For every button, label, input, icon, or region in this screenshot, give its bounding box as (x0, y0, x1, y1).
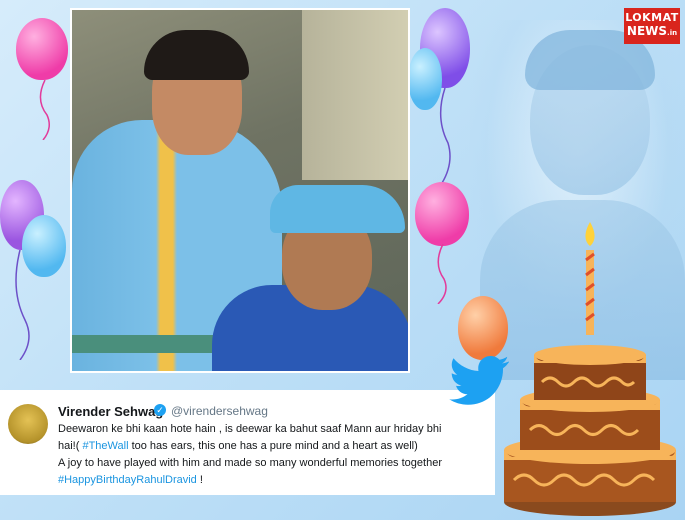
balloon-string (437, 244, 447, 304)
tweet-line-1: Deewaron ke bhi kaan hote hain , is deew… (58, 423, 442, 435)
verified-badge-icon: ✓ (154, 404, 166, 416)
balloon-icon (415, 182, 469, 246)
candle-icon (585, 222, 595, 335)
photo-background-pillar (302, 10, 408, 180)
tweet-author-handle[interactable]: @virendersehwag (171, 404, 268, 418)
tweet-card[interactable]: Virender Sehwag ✓ @virendersehwag Deewar… (0, 390, 495, 495)
lokmat-news-logo: LOKMAT NEWS.in (624, 8, 680, 44)
logo-line2: NEWS.in (626, 24, 678, 38)
tweet-text: Deewaron ke bhi kaan hote hain , is deew… (58, 421, 488, 489)
tweet-line-3: A joy to have played with him and made s… (58, 457, 442, 469)
avatar[interactable] (8, 404, 48, 444)
tweet-author-name[interactable]: Virender Sehwag (58, 404, 163, 419)
balloon-string (15, 250, 30, 360)
tweet-line-2: hai!( #TheWall too has ears, this one ha… (58, 440, 418, 452)
tweet-line-4: #HappyBirthdayRahulDravid ! (58, 474, 203, 486)
photo-person-standing-hair (144, 30, 249, 80)
hashtag-link[interactable]: #TheWall (82, 440, 128, 452)
hashtag-link[interactable]: #HappyBirthdayRahulDravid (58, 474, 197, 486)
main-photo (70, 8, 410, 373)
balloon-string (39, 80, 50, 140)
photo-person-seated-cap (270, 185, 405, 233)
balloon-string (439, 88, 451, 183)
birthday-cake-icon (504, 345, 676, 516)
balloon-icon (16, 18, 68, 80)
logo-line1: LOKMAT (625, 11, 679, 24)
